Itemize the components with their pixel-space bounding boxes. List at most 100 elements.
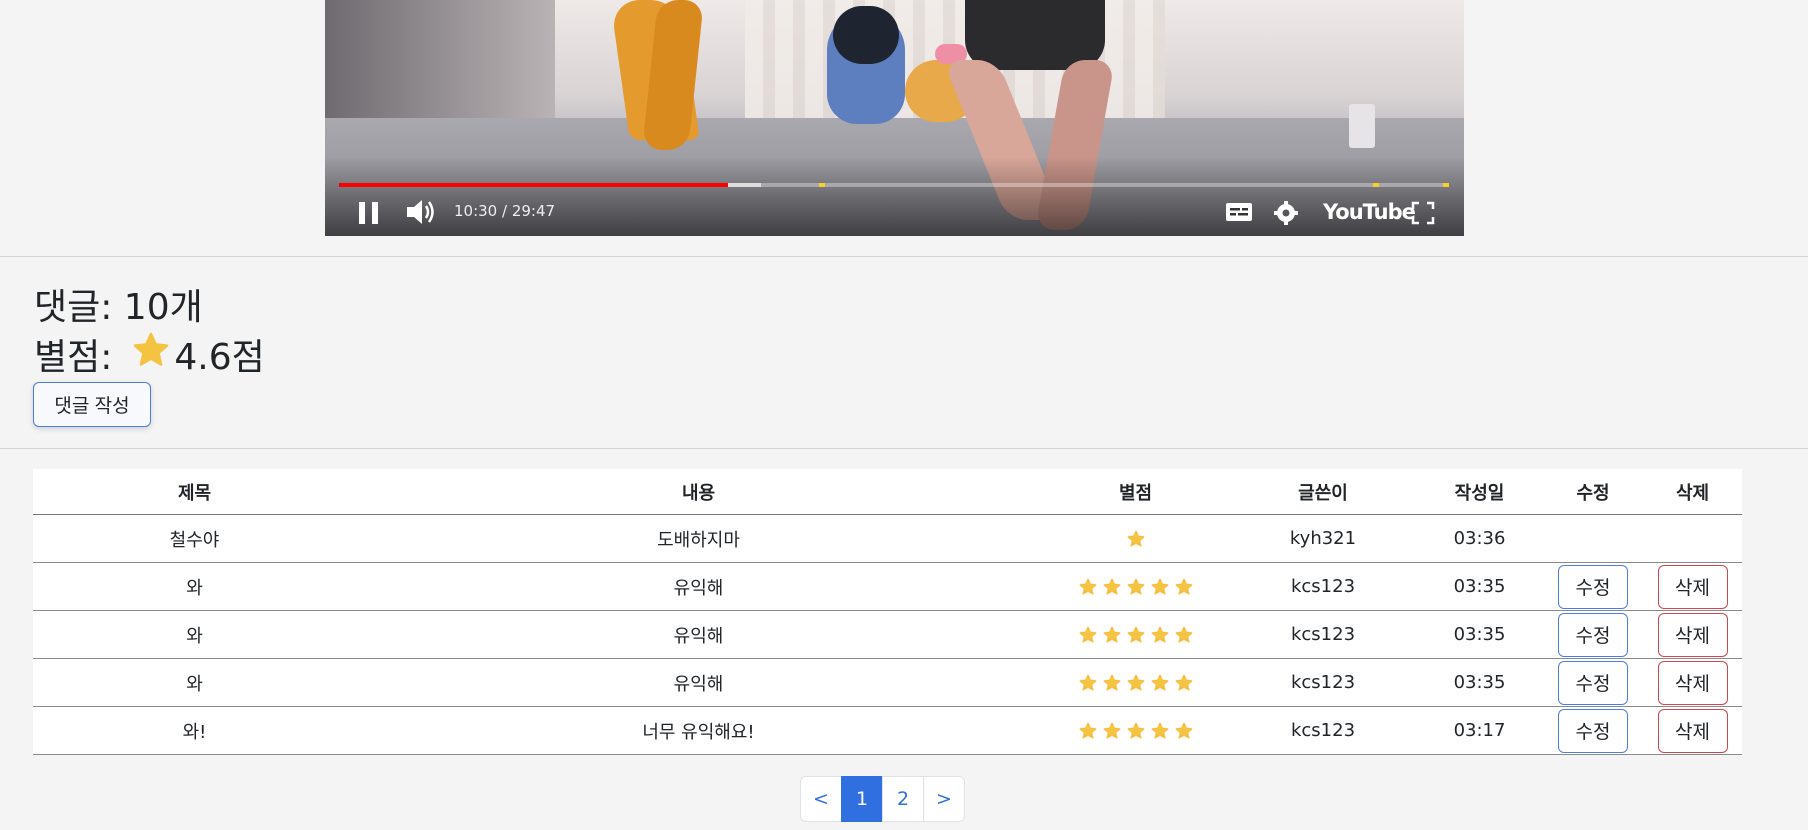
chapter-marker xyxy=(819,183,825,187)
cell-date: 03:17 xyxy=(1416,706,1543,755)
star-rating xyxy=(1079,674,1193,692)
star-icon xyxy=(1127,626,1145,644)
cell-content: 유익해 xyxy=(356,658,1041,707)
star-icon xyxy=(1151,626,1169,644)
cell-edit: 수정 xyxy=(1543,658,1643,707)
write-comment-button[interactable]: 댓글 작성 xyxy=(33,382,151,427)
table-row: 와 유익해 kcs123 03:35 수정 삭제 xyxy=(33,562,1742,611)
cell-title: 와 xyxy=(33,562,356,611)
cell-edit: 수정 xyxy=(1543,610,1643,659)
average-rating: 별점: 4.6점 xyxy=(34,328,265,380)
delete-button[interactable]: 삭제 xyxy=(1657,564,1728,609)
star-icon xyxy=(1151,674,1169,692)
cell-delete: 삭제 xyxy=(1643,658,1742,707)
cell-date: 03:35 xyxy=(1416,562,1543,611)
star-icon xyxy=(1175,674,1193,692)
cell-writer: kcs123 xyxy=(1230,658,1416,707)
video-player[interactable]: 10:30 / 29:47 HD YouTube xyxy=(325,0,1464,236)
pagination: < 1 2 > xyxy=(800,776,965,822)
cell-delete: 삭제 xyxy=(1643,706,1742,755)
cell-writer: kcs123 xyxy=(1230,562,1416,611)
header-edit: 수정 xyxy=(1543,469,1643,515)
cell-rating xyxy=(1041,610,1230,659)
star-icon xyxy=(1175,578,1193,596)
pagination-page-1[interactable]: 1 xyxy=(841,776,883,822)
volume-icon[interactable] xyxy=(405,198,437,226)
cell-date: 03:35 xyxy=(1416,658,1543,707)
edit-button[interactable]: 수정 xyxy=(1558,660,1628,705)
table-row: 와 유익해 kcs123 03:35 수정 삭제 xyxy=(33,658,1742,707)
pagination-prev[interactable]: < xyxy=(800,776,842,822)
header-rating: 별점 xyxy=(1041,469,1230,515)
star-icon xyxy=(1079,626,1097,644)
edit-button[interactable]: 수정 xyxy=(1558,564,1628,609)
star-icon xyxy=(1175,626,1193,644)
pagination-page-2[interactable]: 2 xyxy=(882,776,924,822)
delete-button[interactable]: 삭제 xyxy=(1657,660,1728,705)
star-rating xyxy=(1079,626,1193,644)
header-date: 작성일 xyxy=(1416,469,1543,515)
star-icon xyxy=(1151,722,1169,740)
star-icon xyxy=(1127,530,1145,548)
star-icon xyxy=(1127,578,1145,596)
cell-rating xyxy=(1041,658,1230,707)
star-icon xyxy=(1127,674,1145,692)
star-icon xyxy=(1151,578,1169,596)
delete-button[interactable]: 삭제 xyxy=(1657,612,1728,657)
star-icon xyxy=(1127,722,1145,740)
pagination-next[interactable]: > xyxy=(923,776,965,822)
table-header-row: 제목 내용 별점 글쓴이 작성일 수정 삭제 xyxy=(33,469,1742,515)
cell-title: 와 xyxy=(33,610,356,659)
video-scene-plush-head xyxy=(833,6,899,64)
star-icon xyxy=(1079,578,1097,596)
star-icon xyxy=(1103,674,1121,692)
pause-icon[interactable] xyxy=(359,202,379,224)
video-scene-outlet xyxy=(1349,104,1375,148)
header-writer: 글쓴이 xyxy=(1230,469,1416,515)
cell-title: 철수야 xyxy=(33,514,356,563)
video-progress-bar[interactable] xyxy=(339,183,1449,187)
header-delete: 삭제 xyxy=(1643,469,1742,515)
rating-value: 4.6점 xyxy=(174,337,265,378)
divider xyxy=(0,256,1808,257)
star-icon xyxy=(1079,722,1097,740)
star-icon xyxy=(1103,722,1121,740)
cell-content: 유익해 xyxy=(356,610,1041,659)
cell-title: 와 xyxy=(33,658,356,707)
cell-delete: 삭제 xyxy=(1643,610,1742,659)
cell-edit: 수정 xyxy=(1543,562,1643,611)
cell-date: 03:36 xyxy=(1416,514,1543,563)
cell-content: 너무 유익해요! xyxy=(356,706,1041,755)
star-icon xyxy=(132,331,170,378)
chapter-marker xyxy=(1443,183,1449,187)
table-row: 와! 너무 유익해요! kcs123 03:17 수정 삭제 xyxy=(33,706,1742,755)
cell-edit: 수정 xyxy=(1543,706,1643,755)
fullscreen-icon[interactable] xyxy=(1411,201,1435,225)
header-content: 내용 xyxy=(356,469,1041,515)
video-played-bar xyxy=(339,183,728,187)
cell-edit xyxy=(1543,514,1643,563)
youtube-logo[interactable]: YouTube xyxy=(1323,200,1416,224)
cell-writer: kcs123 xyxy=(1230,706,1416,755)
delete-button[interactable]: 삭제 xyxy=(1657,708,1728,753)
cell-rating xyxy=(1041,562,1230,611)
cell-writer: kcs123 xyxy=(1230,610,1416,659)
settings-gear-icon[interactable]: HD xyxy=(1273,198,1301,226)
header-title: 제목 xyxy=(33,469,356,515)
cell-rating xyxy=(1041,514,1230,563)
star-icon xyxy=(1103,626,1121,644)
chapter-marker xyxy=(1373,183,1379,187)
rating-label: 별점: xyxy=(34,337,113,378)
cell-content: 유익해 xyxy=(356,562,1041,611)
star-icon xyxy=(1103,578,1121,596)
edit-button[interactable]: 수정 xyxy=(1558,612,1628,657)
cell-content: 도배하지마 xyxy=(356,514,1041,563)
star-rating xyxy=(1127,530,1145,548)
star-rating xyxy=(1079,722,1193,740)
cell-rating xyxy=(1041,706,1230,755)
cell-date: 03:35 xyxy=(1416,610,1543,659)
edit-button[interactable]: 수정 xyxy=(1558,708,1628,753)
subtitles-icon[interactable] xyxy=(1225,202,1253,222)
star-icon xyxy=(1175,722,1193,740)
star-rating xyxy=(1079,578,1193,596)
